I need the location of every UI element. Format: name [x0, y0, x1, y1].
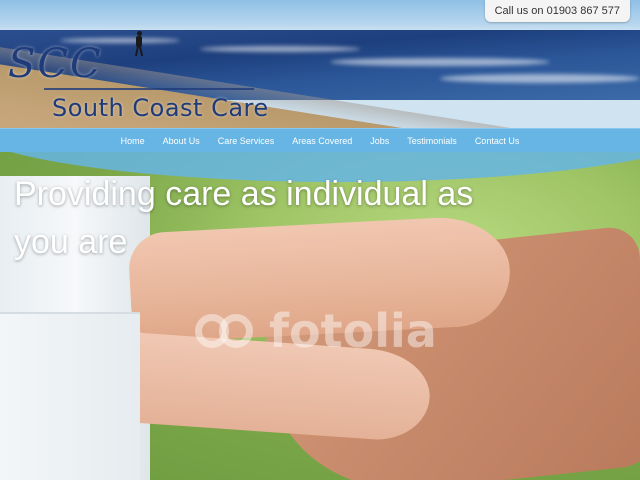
phone-cta[interactable]: Call us on 01903 867 577	[484, 0, 630, 22]
watermark-logo-icon	[195, 314, 259, 348]
logo-abbreviation[interactable]: SCC	[8, 44, 103, 84]
nav-contact-us[interactable]: Contact Us	[475, 136, 520, 146]
wave-foam	[200, 46, 360, 52]
nav-jobs[interactable]: Jobs	[370, 136, 389, 146]
nav-care-services[interactable]: Care Services	[218, 136, 275, 146]
wave-foam	[330, 58, 550, 66]
white-sleeve-lower	[0, 312, 140, 480]
runner-figure	[134, 31, 144, 57]
stock-watermark: fotolia	[195, 304, 437, 358]
nav-home[interactable]: Home	[121, 136, 145, 146]
logo-underline	[44, 88, 254, 90]
wave-foam	[440, 74, 640, 83]
hero-tagline: Providing care as individual as you are	[14, 175, 474, 261]
main-navigation: Home About Us Care Services Areas Covere…	[0, 128, 640, 153]
nav-areas-covered[interactable]: Areas Covered	[292, 136, 352, 146]
nav-about-us[interactable]: About Us	[163, 136, 200, 146]
watermark-text: fotolia	[269, 304, 437, 358]
logo-name[interactable]: South Coast Care	[52, 96, 269, 120]
header-banner: SCC South Coast Care Call us on 01903 86…	[0, 0, 640, 128]
nav-testimonials[interactable]: Testimonials	[407, 136, 457, 146]
